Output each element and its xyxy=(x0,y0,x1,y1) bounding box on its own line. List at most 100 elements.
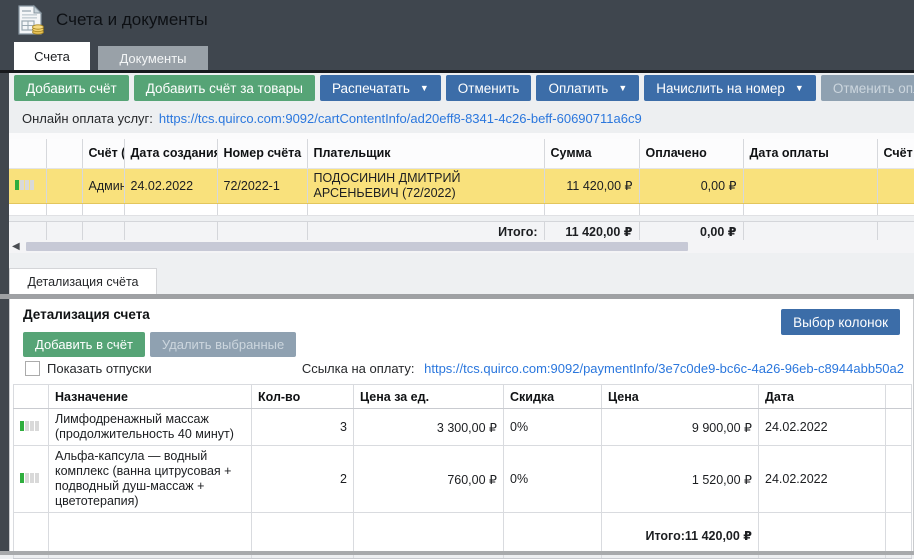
button-label: Распечатать xyxy=(332,81,410,96)
cell-amount: 11 420,00 ₽ xyxy=(544,168,639,203)
cell-unitprice: 3 300,00 ₽ xyxy=(354,409,504,446)
cell-date: 24.02.2022 xyxy=(759,409,886,446)
column-header-unitprice[interactable]: Цена за ед. xyxy=(354,385,504,409)
invoice-details-panel: Детализация счета Выбор колонок Добавить… xyxy=(9,299,914,551)
column-header-discount[interactable]: Скидка xyxy=(504,385,602,409)
column-header-date[interactable]: Дата xyxy=(759,385,886,409)
add-to-invoice-button[interactable]: Добавить в счёт xyxy=(23,332,145,357)
cell-price: 1 520,00 ₽ xyxy=(602,446,759,513)
column-header-empty xyxy=(9,139,46,168)
tab-documents[interactable]: Документы xyxy=(98,46,208,70)
column-header-amount[interactable]: Сумма xyxy=(544,139,639,168)
column-header-empty xyxy=(14,385,49,409)
button-label: Добавить в счёт xyxy=(35,337,133,352)
online-payment-link[interactable]: https://tcs.quirco.com:9092/cartContentI… xyxy=(159,111,642,126)
tab-invoice-details[interactable]: Детализация счёта xyxy=(9,268,157,294)
chevron-down-icon: ▼ xyxy=(618,84,627,93)
payment-link-row: Ссылка на оплату: https://tcs.quirco.com… xyxy=(302,361,904,376)
chevron-down-icon: ▼ xyxy=(420,84,429,93)
column-header-empty xyxy=(46,139,82,168)
invoice-row-selected[interactable]: Администратор 24.02.2022 72/2022-1 ПОДОС… xyxy=(9,168,914,203)
button-label: Отменить оплату xyxy=(833,81,914,96)
details-grid: Назначение Кол-во Цена за ед. Скидка Цен… xyxy=(13,384,912,559)
page-title: Счета и документы xyxy=(56,10,208,30)
invoice-document-icon xyxy=(14,4,46,36)
status-indicator-icon xyxy=(15,180,34,190)
service-row[interactable]: Лимфодренажный массаж (продолжительность… xyxy=(14,409,912,446)
column-header-price[interactable]: Цена xyxy=(602,385,759,409)
add-invoice-button[interactable]: Добавить счёт xyxy=(14,75,129,101)
cell-empty xyxy=(46,168,82,203)
cell-empty xyxy=(886,409,912,446)
button-label: Добавить счёт за товары xyxy=(146,81,303,96)
cell-user: Администратор xyxy=(82,168,124,203)
button-label: Добавить счёт xyxy=(26,81,117,96)
invoices-header-row: Счёт ( Дата создания Номер счёта Платель… xyxy=(9,139,914,168)
cell-created: 24.02.2022 xyxy=(124,168,217,203)
cell-unitprice: 760,00 ₽ xyxy=(354,446,504,513)
bottom-frame-strip xyxy=(0,551,914,555)
cell-qty: 3 xyxy=(252,409,354,446)
add-goods-invoice-button[interactable]: Добавить счёт за товары xyxy=(134,75,315,101)
delete-selected-button[interactable]: Удалить выбранные xyxy=(150,332,296,357)
tab-strip: Счета Документы xyxy=(0,40,914,73)
cell-price: 9 900,00 ₽ xyxy=(602,409,759,446)
cell-service-name: Лимфодренажный массаж (продолжительность… xyxy=(49,409,252,446)
column-header-account[interactable]: Счёт ( xyxy=(82,139,124,168)
invoices-totals: Итого: 11 420,00 ₽ 0,00 ₽ xyxy=(9,221,914,241)
cancel-button[interactable]: Отменить xyxy=(446,75,532,101)
column-header-paydate[interactable]: Дата оплаты xyxy=(743,139,877,168)
window-header: Счета и документы xyxy=(0,0,914,40)
chevron-down-icon: ▼ xyxy=(795,84,804,93)
status-cell xyxy=(14,409,49,446)
totals-amount: 11 420,00 ₽ xyxy=(544,221,639,240)
pay-button[interactable]: Оплатить ▼ xyxy=(536,75,639,101)
totals-paid: 0,00 ₽ xyxy=(639,221,743,240)
totals-row: Итого: 11 420,00 ₽ 0,00 ₽ xyxy=(9,221,914,240)
totals-value: 11 420,00 ₽ xyxy=(685,529,752,543)
choose-columns-button[interactable]: Выбор колонок xyxy=(781,309,900,335)
status-indicator-icon xyxy=(20,421,39,431)
button-label: Оплатить xyxy=(548,81,608,96)
column-header-account2[interactable]: Счёт xyxy=(877,139,914,168)
panel-actions: Добавить в счёт Удалить выбранные xyxy=(23,332,301,357)
column-header-created[interactable]: Дата создания xyxy=(124,139,217,168)
details-header-row: Назначение Кол-во Цена за ед. Скидка Цен… xyxy=(14,385,912,409)
cell-paydate xyxy=(743,168,877,203)
cell-empty xyxy=(877,168,914,203)
cell-payer: ПОДОСИНИН ДМИТРИЙ АРСЕНЬЕВИЧ (72/2022) xyxy=(307,168,544,203)
charge-to-number-button[interactable]: Начислить на номер ▼ xyxy=(644,75,816,101)
scroll-left-arrow-icon[interactable]: ◀ xyxy=(12,242,22,252)
button-label: Начислить на номер xyxy=(656,81,785,96)
column-header-empty xyxy=(886,385,912,409)
print-button[interactable]: Распечатать ▼ xyxy=(320,75,441,101)
cell-number: 72/2022-1 xyxy=(217,168,307,203)
column-header-paid[interactable]: Оплачено xyxy=(639,139,743,168)
cell-service-name: Альфа-капсула — водный комплекс (ванна ц… xyxy=(49,446,252,513)
status-cell xyxy=(9,168,46,203)
payment-link[interactable]: https://tcs.quirco.com:9092/paymentInfo/… xyxy=(424,361,904,376)
show-vacations-row: Показать отпуски xyxy=(25,361,152,376)
column-header-payer[interactable]: Плательщик xyxy=(307,139,544,168)
show-vacations-label: Показать отпуски xyxy=(47,361,152,376)
show-vacations-checkbox[interactable] xyxy=(25,361,40,376)
cell-discount: 0% xyxy=(504,446,602,513)
column-header-number[interactable]: Номер счёта xyxy=(217,139,307,168)
scrollbar-thumb[interactable] xyxy=(26,242,688,251)
totals-label: Итого: xyxy=(307,221,544,240)
toolbar: Добавить счёт Добавить счёт за товары Ра… xyxy=(0,73,914,103)
tab-invoices[interactable]: Счета xyxy=(14,42,90,70)
cell-qty: 2 xyxy=(252,446,354,513)
cell-paid: 0,00 ₽ xyxy=(639,168,743,203)
panel-title: Детализация счета xyxy=(23,307,150,322)
column-header-name[interactable]: Назначение xyxy=(49,385,252,409)
horizontal-scrollbar[interactable]: ◀ xyxy=(0,240,914,253)
button-label: Отменить xyxy=(458,81,520,96)
online-payment-label: Онлайн оплата услуг: xyxy=(22,111,153,126)
column-header-qty[interactable]: Кол-во xyxy=(252,385,354,409)
cancel-payment-button[interactable]: Отменить оплату xyxy=(821,75,914,101)
payment-link-label: Ссылка на оплату: xyxy=(302,361,415,376)
invoice-row-empty[interactable] xyxy=(9,203,914,215)
button-label: Выбор колонок xyxy=(793,315,888,330)
service-row[interactable]: Альфа-капсула — водный комплекс (ванна ц… xyxy=(14,446,912,513)
